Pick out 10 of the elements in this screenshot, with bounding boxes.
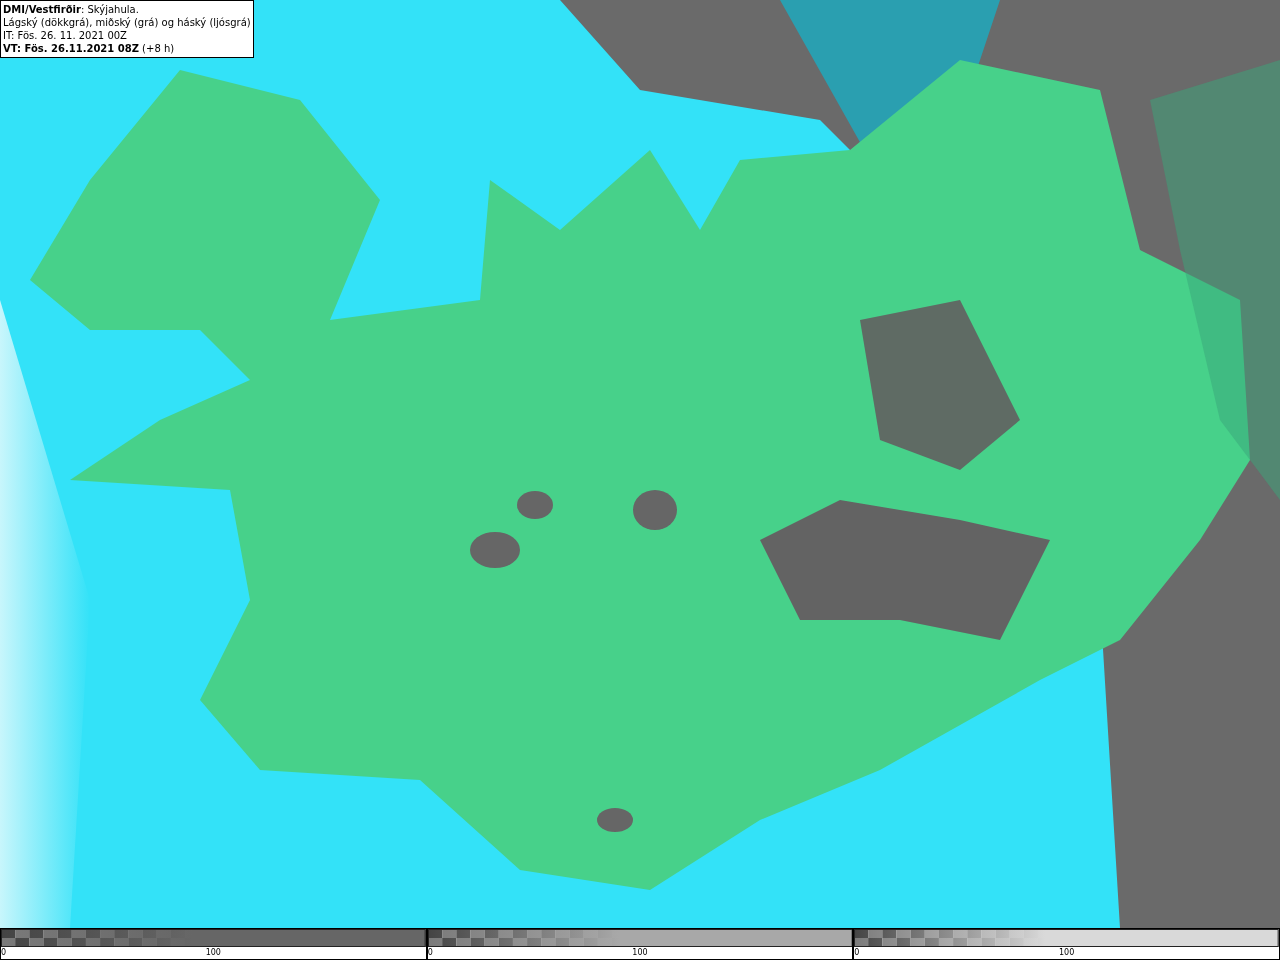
info-text: Lágský (dökkgrá), miðský (grá) og háský (ljósgrá) — [3, 16, 251, 29]
scale-tick-label: 100 — [1059, 947, 1075, 959]
info-text: VT: Fös. 26.11.2021 08Z (+8 h) — [3, 42, 176, 55]
scale-tick-label: 0 — [854, 947, 860, 959]
scale-tick-label: 100 — [205, 947, 221, 959]
scale-tick-label: 100 — [632, 947, 648, 959]
scale-tick-label: 0 — [427, 947, 433, 959]
info-text: IT: Fös. 26. 11. 2021 00Z — [3, 29, 128, 42]
scale-tick-label: 0 — [1, 947, 7, 959]
info-text: DMI/Vestfirðir: Skýjahula. — [3, 3, 140, 16]
